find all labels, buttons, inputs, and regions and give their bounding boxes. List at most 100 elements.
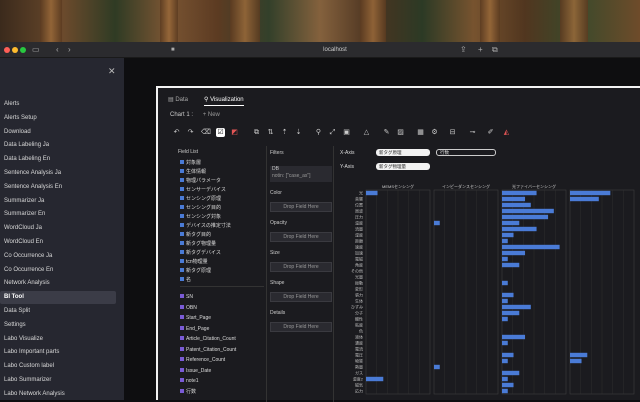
sort-asc-icon[interactable]: ⇡ [280,128,289,137]
sidebar-item[interactable]: Data Labeling Ja [0,139,116,152]
chart-type-icon[interactable]: ◭ [502,128,511,137]
undo-icon[interactable]: ↶ [172,128,181,137]
new-chart-button[interactable]: + New [203,112,220,118]
pen-icon[interactable]: ✎ [382,128,391,137]
measure-field-label: Issue_Date [186,367,212,374]
sidebar-item[interactable]: Labo Custom label [0,360,116,373]
measure-field[interactable]: note1 [180,376,264,386]
opacity-drop-zone[interactable]: Drop Field Here [270,232,332,242]
sidebar-toggle-icon[interactable]: ▭ [32,45,40,55]
forward-icon[interactable]: › [68,45,71,55]
dimension-field-label: センシング原理 [186,196,222,202]
bar [502,238,508,244]
dimension-field-label: 物理パラメータ [186,178,221,184]
y-tick-label: 張力 [355,292,363,298]
copy-icon[interactable]: ⧉ [252,128,261,137]
bar [502,226,537,232]
measure-field-label: OBN [186,304,197,311]
sidebar-item[interactable]: Alerts [0,98,116,111]
y-tick-label: 濃度 [355,340,363,346]
sidebar-item[interactable]: Settings [0,319,116,332]
measure-field[interactable]: Article_Citation_Count [180,334,264,344]
export-icon[interactable]: ⊟ [448,128,457,137]
sidebar-item[interactable]: Labo Important parts [0,346,116,359]
sidebar-item[interactable]: Labo Visualize [0,333,116,346]
shape-drop-zone[interactable]: Drop Field Here [270,292,332,302]
color-drop-zone[interactable]: Drop Field Here [270,202,332,212]
details-drop-zone[interactable]: Drop Field Here [270,322,332,332]
sidebar-item[interactable]: Alerts Setup [0,112,116,125]
sidebar-item[interactable]: Data Labeling En [0,153,116,166]
measure-field[interactable]: End_Page [180,324,264,334]
filter-field: DB [272,166,279,172]
dimension-field[interactable]: 名 [180,275,264,285]
back-icon[interactable]: ‹ [56,45,59,55]
sidebar-item[interactable]: Labo Summarizer [0,374,116,387]
sort-desc-icon[interactable]: ⇣ [294,128,303,137]
sidebar-item[interactable]: Data Split [0,305,116,318]
eraser-icon[interactable]: ⌫ [201,128,211,137]
measure-field[interactable]: 行数 [180,387,264,397]
sidebar-item[interactable]: Download [0,126,116,139]
sidebar-item[interactable]: Co Occurrence Ja [0,250,116,263]
measure-field[interactable]: Start_Page [180,313,264,323]
sidebar-item[interactable]: Labo Network Analysis [0,388,116,401]
bar [502,232,514,238]
sidebar-item[interactable]: Sentence Analysis Ja [0,167,116,180]
sidebar-item[interactable]: WordCloud En [0,236,116,249]
transpose-icon[interactable]: ⇅ [266,128,275,137]
y-tick-label: 電磁 [355,256,363,262]
auto-mark-icon[interactable]: ☑ [216,128,225,137]
brush-icon[interactable]: △ [362,128,371,137]
close-icon[interactable]: ✕ [108,66,116,77]
layout-icon[interactable]: ▣ [342,128,351,137]
paint-icon[interactable]: ✐ [486,128,495,137]
image-icon[interactable]: ▨ [396,128,405,137]
tab-overview-icon[interactable]: ⧉ [492,45,498,55]
y-tick-label: 電圧 [355,353,363,358]
measure-field[interactable]: Reference_Count [180,355,264,365]
measure-field[interactable]: Patent_Citation_Count [180,345,264,355]
gear-icon[interactable]: ⚙ [430,128,439,137]
zoom-icon[interactable]: ⚲ [314,128,323,137]
filter-chip[interactable]: DB notin: ["case_as"] [270,166,332,182]
privacy-icon[interactable]: ■ [171,45,175,55]
y-tick-label: その他 [351,268,363,274]
sidebar-item[interactable]: BI Tool [0,291,116,305]
measure-field[interactable]: OBN [180,303,264,313]
tab-visualization[interactable]: ⚲ Visualization [204,94,244,106]
new-tab-icon[interactable]: + [478,45,483,55]
link-icon[interactable]: ⊸ [468,128,477,137]
sidebar-item[interactable]: Co Occurrence En [0,264,116,277]
x-axis-extra-field[interactable]: 行数 [436,149,496,156]
measure-field[interactable]: Issue_Date [180,366,264,376]
mark-type-icon[interactable]: ◩ [230,128,239,137]
dimension-field-label: 新タグ目的 [186,232,212,238]
bar [502,298,508,304]
sidebar-item[interactable]: Summarizer En [0,208,116,221]
close-window-button[interactable] [4,47,10,53]
sidebar-item[interactable]: Sentence Analysis En [0,181,116,194]
table-icon[interactable]: ▦ [416,128,425,137]
x-axis-field[interactable]: 新タグ原理 [376,149,430,156]
tab-data[interactable]: ▤ Data [168,94,188,106]
zoom-window-button[interactable] [20,47,26,53]
bar [502,292,514,298]
dimension-type-icon [180,169,184,173]
bar [570,196,599,202]
address-bar[interactable]: localhost [300,45,370,55]
fit-icon[interactable]: ⤢ [328,128,337,137]
redo-icon[interactable]: ↷ [186,128,195,137]
sidebar-item[interactable]: WordCloud Ja [0,222,116,235]
y-axis-field[interactable]: 新タグ物理量 [376,163,430,170]
size-drop-zone[interactable]: Drop Field Here [270,262,332,272]
dimension-field-label: 対象層 [186,160,202,166]
minimize-window-button[interactable] [12,47,18,53]
sidebar-item[interactable]: Summarizer Ja [0,195,116,208]
measure-field[interactable]: SN [180,292,264,302]
chart-name[interactable]: Chart 1 : [170,112,193,118]
sidebar-item[interactable]: Network Analysis [0,277,116,290]
dimension-type-icon [180,259,184,263]
share-icon[interactable]: ⇪ [460,45,467,55]
bar [570,358,582,364]
